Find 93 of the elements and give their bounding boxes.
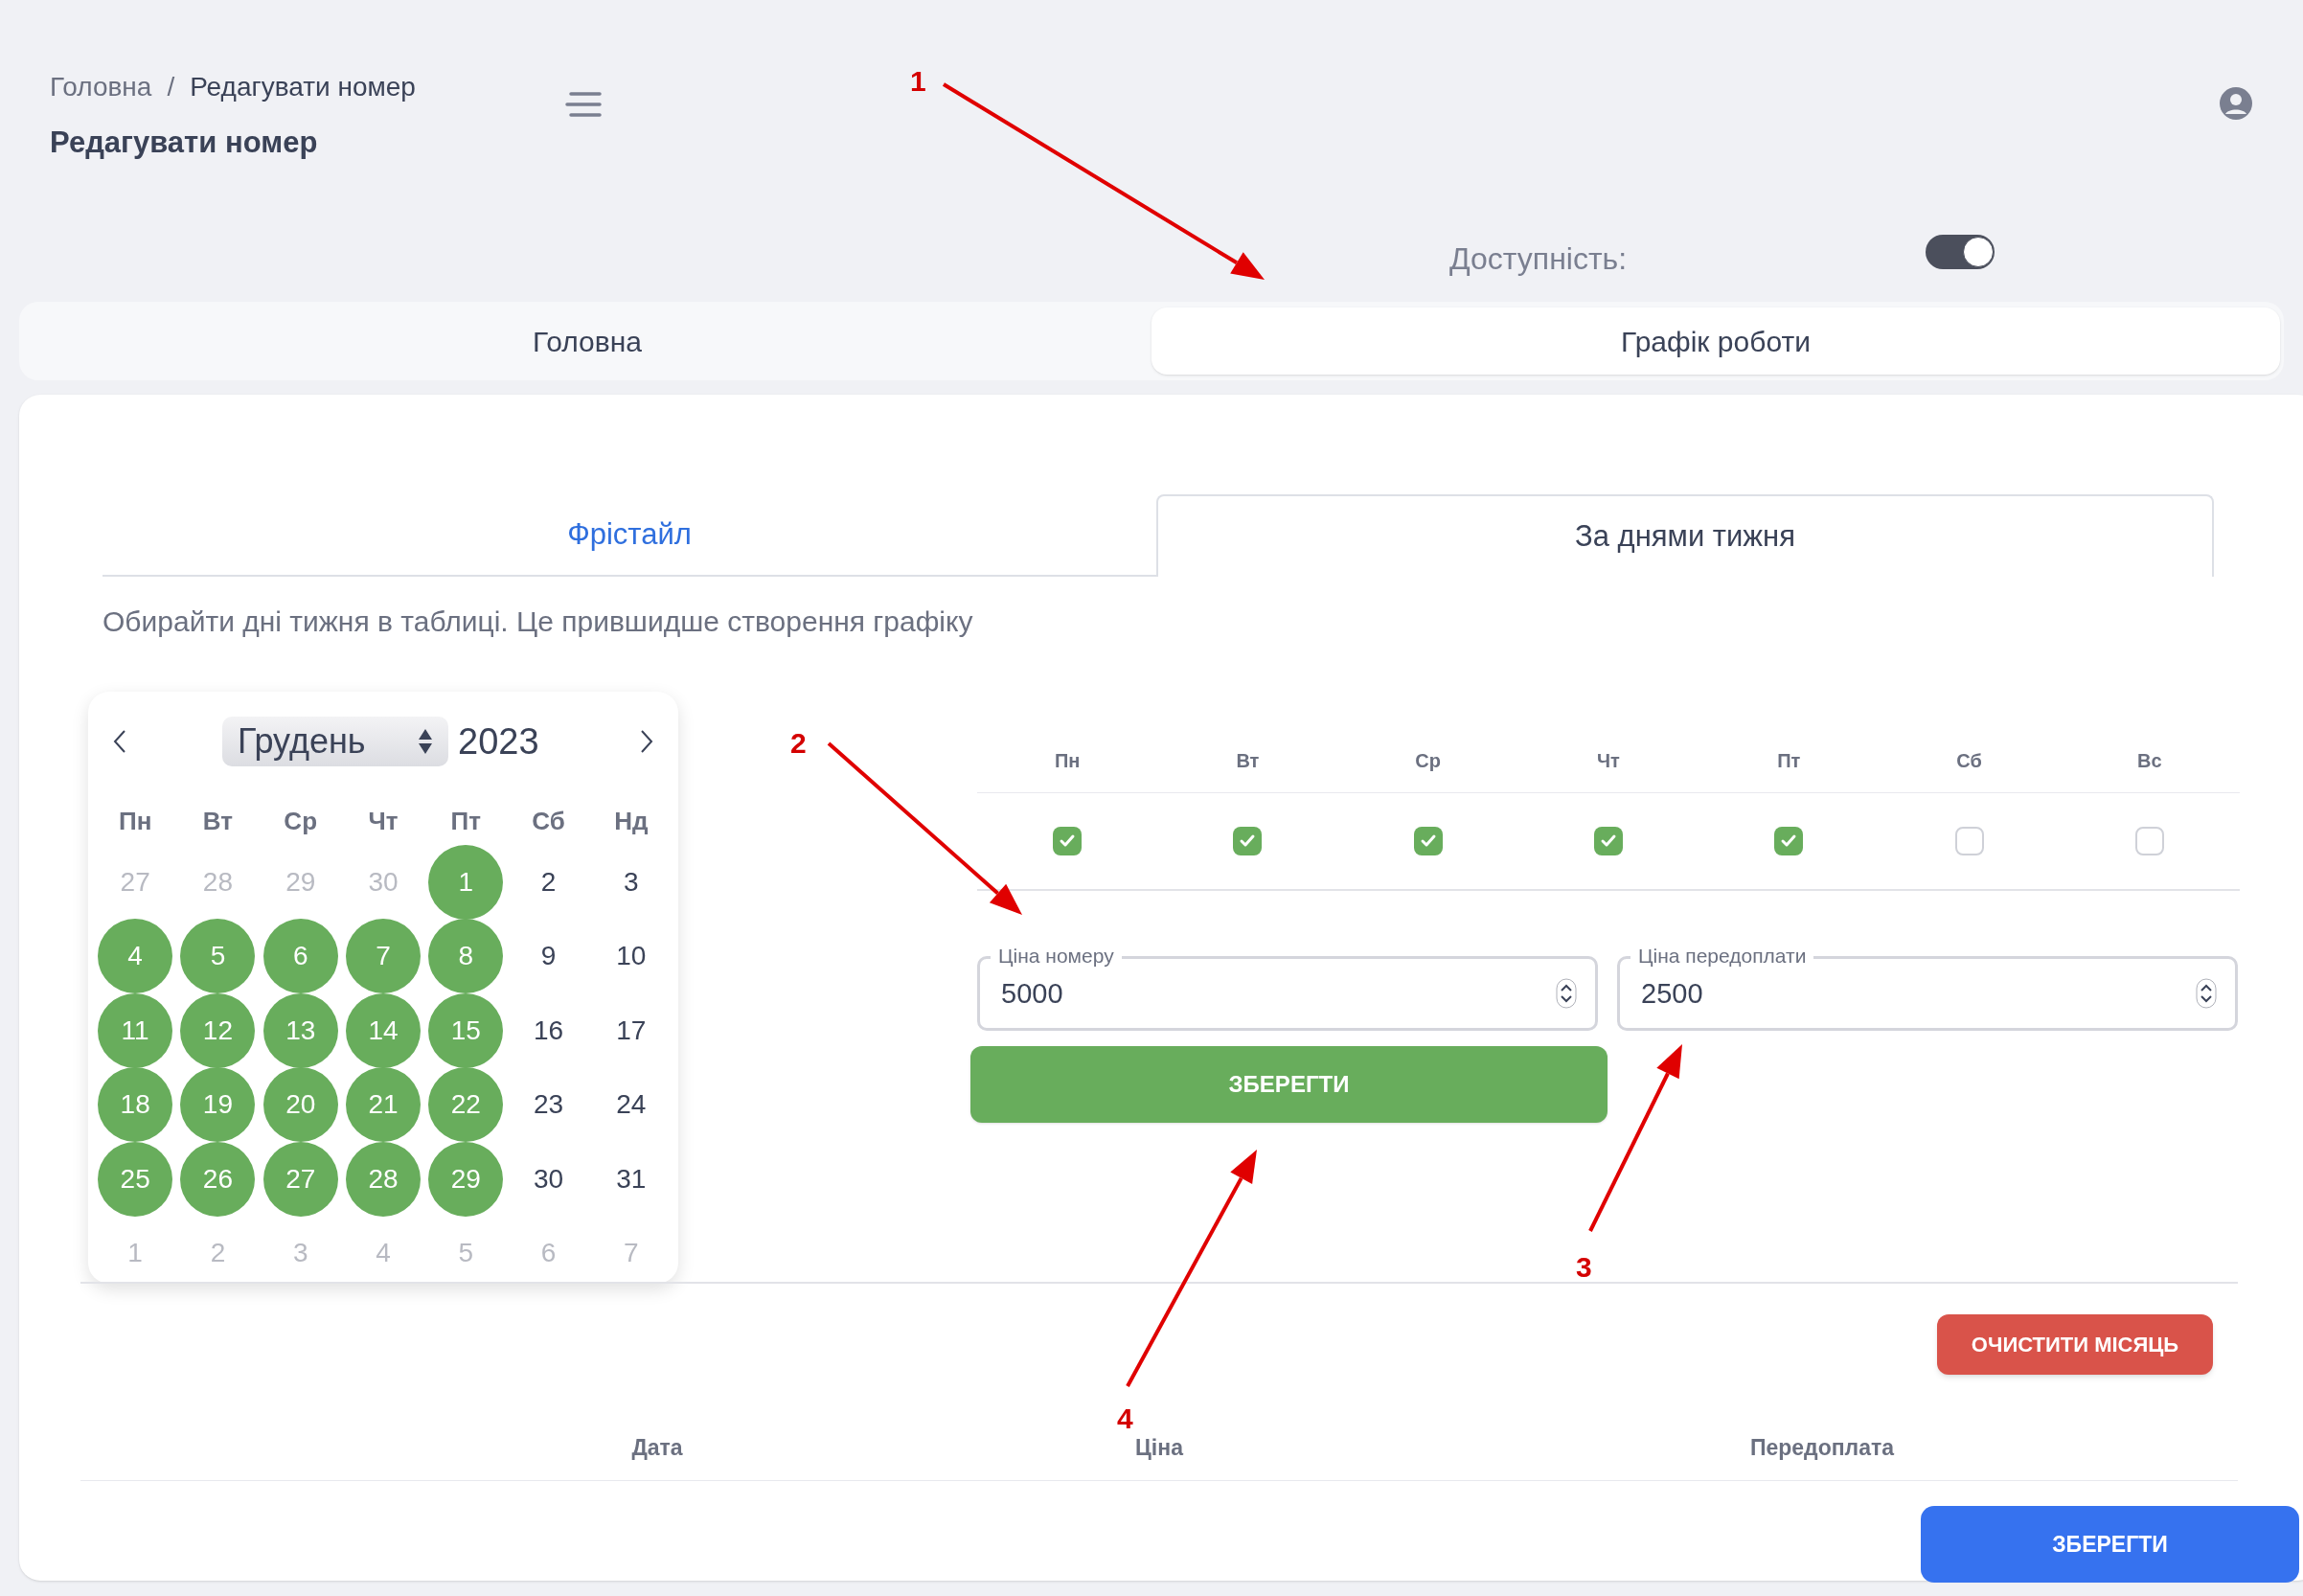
column-header: Ціна (1135, 1434, 1183, 1463)
annotation-number: 3 (1576, 1250, 1592, 1285)
weekday-checkbox[interactable] (1413, 827, 1443, 855)
calendar-day[interactable]: 28 (180, 844, 256, 920)
calendar-day[interactable]: 10 (593, 919, 669, 994)
calendar-day[interactable]: 19 (180, 1067, 256, 1143)
calendar-day[interactable]: 29 (428, 1141, 504, 1217)
sub-tab[interactable]: Фрістайл (103, 494, 1156, 577)
column-header: Передоплата (1749, 1434, 1895, 1463)
page-title: Редагувати номер (50, 125, 319, 161)
spinner-icon[interactable] (1556, 978, 1577, 1009)
calendar-day[interactable]: 14 (346, 992, 421, 1068)
column-header: Дата (631, 1434, 683, 1463)
column-header: Сб (1956, 748, 1982, 773)
availability-toggle[interactable] (1926, 235, 1995, 269)
weekday-checkbox[interactable] (1954, 827, 1984, 855)
calendar-day[interactable]: 21 (346, 1067, 421, 1143)
weekday-label: Вт (202, 805, 233, 837)
calendar-day[interactable]: 30 (346, 844, 421, 920)
weekday-label: Ср (284, 805, 318, 837)
calendar-day[interactable]: 4 (98, 919, 173, 994)
calendar-day[interactable]: 2 (180, 1216, 256, 1291)
calendar-day[interactable]: 1 (98, 1216, 173, 1291)
calendar-day[interactable]: 2 (511, 844, 586, 920)
weekday-checkbox[interactable] (2134, 827, 2164, 855)
calendar-day[interactable]: 7 (593, 1216, 669, 1291)
calendar-day[interactable]: 17 (593, 992, 669, 1068)
calendar-day[interactable]: 7 (346, 919, 421, 994)
sub-tab[interactable]: За днями тижня (1156, 494, 2214, 577)
column-header: Пт (1777, 748, 1801, 773)
calendar-day[interactable]: 25 (98, 1141, 173, 1217)
weekday-label: Пн (118, 805, 152, 837)
weekday-label: Сб (532, 805, 565, 837)
calendar-day[interactable]: 27 (98, 844, 173, 920)
calendar-day[interactable]: 24 (593, 1067, 669, 1143)
column-header: Вс (2137, 748, 2162, 773)
calendar-day[interactable]: 6 (511, 1216, 586, 1291)
calendar-day[interactable]: 30 (511, 1141, 586, 1217)
hint-text: Обирайти дні тижня в таблиці. Це прившидше створення графіку (103, 604, 974, 639)
breadcrumb-link[interactable]: Головна (50, 67, 152, 107)
weekday-checkbox[interactable] (1774, 827, 1804, 855)
calendar-day[interactable]: 5 (428, 1216, 504, 1291)
calendar-day[interactable]: 1 (428, 844, 504, 920)
calendar-day[interactable]: 6 (262, 919, 338, 994)
calendar-day[interactable]: 23 (511, 1067, 586, 1143)
previous-month-icon[interactable] (113, 729, 126, 754)
calendar-day[interactable]: 3 (593, 844, 669, 920)
annotation-number: 2 (790, 726, 807, 761)
calendar-day[interactable]: 29 (262, 844, 338, 920)
menu-icon[interactable] (565, 90, 604, 119)
calendar-day[interactable]: 31 (593, 1141, 669, 1217)
column-header: Ср (1415, 748, 1442, 773)
calendar-day[interactable]: 28 (346, 1141, 421, 1217)
breadcrumb-link[interactable]: Редагувати номер (190, 67, 416, 107)
column-header: Вт (1236, 748, 1260, 773)
weekday-checkbox[interactable] (1053, 827, 1083, 855)
calendar-day[interactable]: 3 (262, 1216, 338, 1291)
weekday-checkbox[interactable] (1594, 827, 1623, 855)
spinner-icon[interactable] (2196, 978, 2217, 1009)
tab[interactable]: Графік роботи (1152, 308, 2280, 375)
next-month-icon[interactable] (640, 729, 653, 754)
calendar-day[interactable]: 22 (428, 1067, 504, 1143)
column-header: Пн (1054, 748, 1081, 773)
calendar-day[interactable]: 26 (180, 1141, 256, 1217)
availability-label: Доступність: (1449, 240, 1629, 278)
weekday-label: Нд (614, 805, 649, 837)
weekday-label: Пт (450, 805, 481, 837)
select-arrows-icon (418, 727, 433, 756)
calendar-day[interactable]: 16 (511, 992, 586, 1068)
annotation-number: 1 (910, 64, 926, 99)
calendar-day[interactable]: 5 (180, 919, 256, 994)
column-header: Чт (1597, 748, 1620, 773)
year-label: 2023 (458, 719, 539, 764)
user-avatar-icon[interactable] (2219, 86, 2253, 121)
calendar-day[interactable]: 8 (428, 919, 504, 994)
breadcrumb-separator: / (167, 71, 175, 103)
clear-month-button[interactable]: ОЧИСТИТИ МІСЯЦЬ (1937, 1314, 2213, 1375)
weekday-checkbox[interactable] (1233, 827, 1263, 855)
calendar-day[interactable]: 27 (262, 1141, 338, 1217)
weekday-label: Чт (368, 805, 399, 837)
calendar-day[interactable]: 12 (180, 992, 256, 1068)
save-button[interactable]: ЗБЕРЕГТИ (1921, 1506, 2299, 1583)
annotation-number: 4 (1117, 1402, 1133, 1436)
calendar-day[interactable]: 13 (262, 992, 338, 1068)
calendar-day[interactable]: 11 (98, 992, 173, 1068)
save-button[interactable]: ЗБЕРЕГТИ (970, 1046, 1608, 1123)
month-select[interactable]: Грудень (222, 717, 448, 766)
tab[interactable]: Головна (23, 308, 1152, 375)
calendar-day[interactable]: 4 (346, 1216, 421, 1291)
calendar-day[interactable]: 20 (262, 1067, 338, 1143)
calendar-day[interactable]: 15 (428, 992, 504, 1068)
calendar-day[interactable]: 18 (98, 1067, 173, 1143)
calendar-day[interactable]: 9 (511, 919, 586, 994)
